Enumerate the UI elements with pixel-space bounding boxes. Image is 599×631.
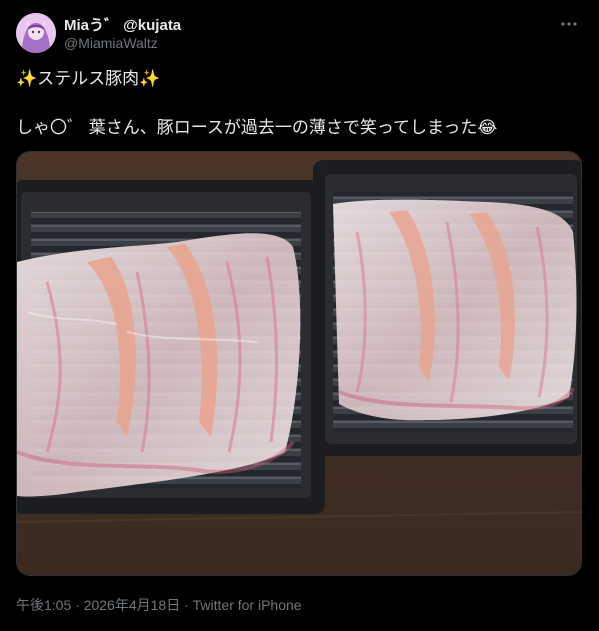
avatar[interactable]: [16, 13, 56, 53]
tweet-timestamp[interactable]: 午後1:05 · 2026年4月18日 · Twitter for iPhone: [16, 595, 302, 615]
left-tray: [17, 180, 325, 514]
more-horizontal-icon[interactable]: [557, 12, 581, 36]
tweet-text-line-1: ✨ステルス豚肉✨: [16, 69, 161, 88]
right-tray: [313, 160, 581, 456]
author-handle[interactable]: @MiamiaWaltz: [64, 35, 158, 51]
tweet: Miaう゛ @kujata @MiamiaWaltz ✨ステルス豚肉✨ しゃ〇゛…: [0, 0, 599, 631]
tweet-photo[interactable]: [16, 151, 582, 576]
display-name[interactable]: Miaう゛ @kujata: [64, 14, 181, 35]
tweet-text-line-2: しゃ〇゛ 葉さん、豚ロースが過去一の薄さで笑ってしまった😂: [16, 118, 498, 137]
author-name-row[interactable]: Miaう゛ @kujata: [64, 14, 181, 34]
